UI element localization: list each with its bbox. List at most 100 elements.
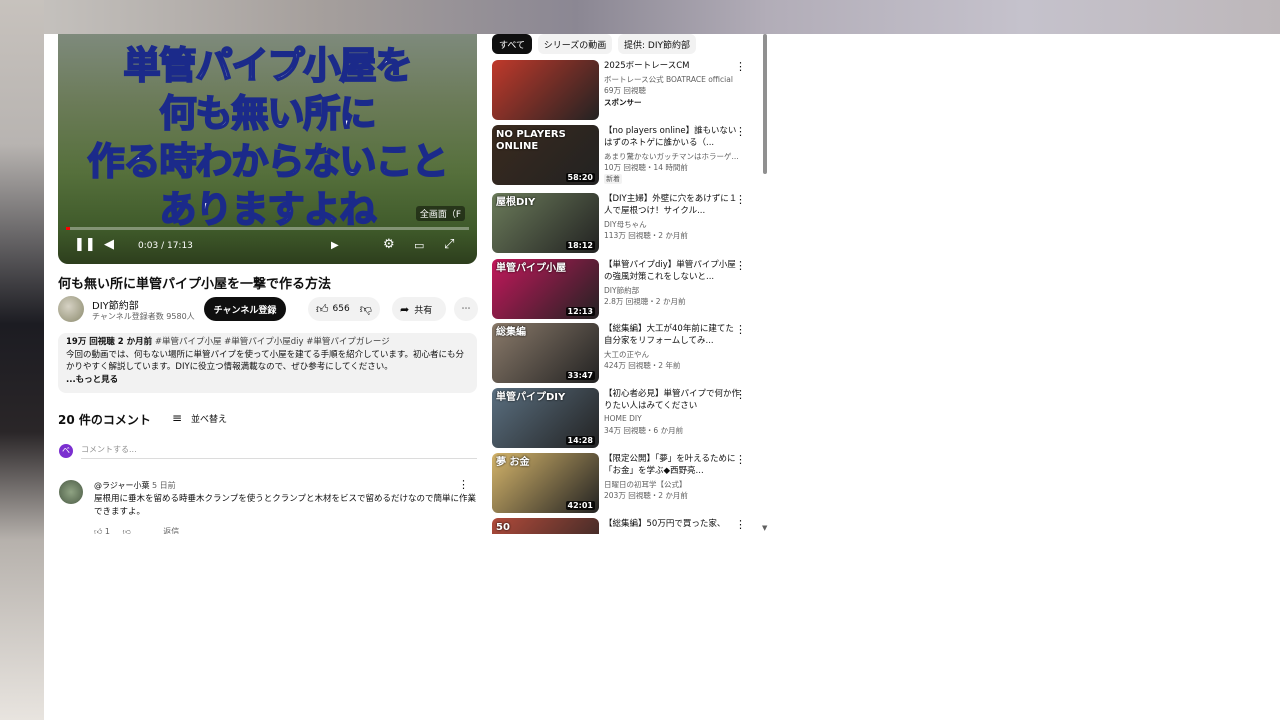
recommendation-title[interactable]: 【no players online】誰もいないはずのネトゲに誰かいる（... <box>604 125 740 149</box>
thumbnail-text: NO PLAYERS ONLINE <box>496 129 566 152</box>
recommendation-title[interactable]: 2025ボートレースCM <box>604 60 740 72</box>
recommendation-meta: 2.8万 回視聴・2 か月前 <box>604 297 686 306</box>
more-vertical-icon[interactable]: ⋮ <box>735 453 746 466</box>
comment-more-icon[interactable]: ⋮ <box>458 478 469 491</box>
more-vertical-icon[interactable]: ⋮ <box>735 193 746 206</box>
time-display: 0:03 / 17:13 <box>138 241 193 251</box>
recommendation-item[interactable]: 単管パイプDIY 14:28 【初心者必見】単管パイプで何か作りたい人はみてください… <box>492 388 760 448</box>
camera-background-top <box>0 0 1280 34</box>
recommendation-title[interactable]: 【総集編】大工が40年前に建てた自分家をリフォームしてみ... <box>604 323 740 347</box>
recommendation-item[interactable]: 2025ボートレースCM ボートレース公式 BOATRACE official 69… <box>492 60 760 120</box>
recommendation-meta: 203万 回視聴・2 か月前 <box>604 491 688 500</box>
show-more-link[interactable]: ...もっと見る <box>66 374 469 387</box>
recommendation-channel[interactable]: ボートレース公式 BOATRACE official <box>604 74 744 85</box>
like-count[interactable]: 656 <box>333 304 350 314</box>
video-thumbnail[interactable]: 総集編 33:47 <box>492 323 599 383</box>
subscribe-button[interactable]: チャンネル登録 <box>204 297 286 321</box>
scrollbar[interactable] <box>763 34 767 174</box>
fullscreen-tooltip: 全画面（F <box>415 206 465 221</box>
thumbnail-text: 総集編 <box>496 327 526 338</box>
comment-author[interactable]: @ラジャー小葉 <box>94 481 149 490</box>
sort-label: 並べ替え <box>190 415 227 425</box>
comment-input[interactable]: コメントする... <box>81 444 477 459</box>
video-thumbnail[interactable]: 単管パイプDIY 14:28 <box>492 388 599 448</box>
recommendation-channel[interactable]: DIY節約部 <box>604 285 744 296</box>
chip-all[interactable]: すべて <box>492 34 532 54</box>
duration-badge: 12:13 <box>565 307 595 316</box>
recommendation-item[interactable]: 夢 お金 42:01 【限定公開】「夢」を叶えるために「お金」を学ぶ◆西野亮... 日… <box>492 453 760 513</box>
channel-name[interactable]: DIY節約部 <box>92 297 139 312</box>
thumbs-up-icon[interactable]: 👍︎ <box>316 302 329 317</box>
fullscreen-icon[interactable]: ⤢ <box>444 237 454 252</box>
hashtags[interactable]: #単管パイプ小屋 #単管パイプ小屋diy #単管パイプガレージ <box>155 337 390 347</box>
recommendation-channel[interactable]: DIY母ちゃん <box>604 219 744 230</box>
recommendation-title[interactable]: 【初心者必見】単管パイプで何か作りたい人はみてください <box>604 388 740 412</box>
duration-badge: 58:20 <box>565 173 595 182</box>
share-label: 共有 <box>414 305 433 316</box>
more-vertical-icon[interactable]: ⋮ <box>735 388 746 401</box>
autoplay-icon[interactable]: ▶ <box>331 240 339 251</box>
comment-author-line: @ラジャー小葉 5 日前 <box>94 480 176 491</box>
recommendation-meta: 69万 回視聴 <box>604 86 646 95</box>
video-thumbnail[interactable]: 屋根DIY 18:12 <box>492 193 599 253</box>
more-vertical-icon[interactable]: ⋮ <box>735 60 746 73</box>
recommendation-item[interactable]: 単管パイプ小屋 12:13 【単管パイプdiy】単管パイプ小屋の強風対策これをしない… <box>492 259 760 319</box>
overlay-line: 何も無い所に <box>159 91 378 136</box>
duration-badge: 18:12 <box>565 241 595 250</box>
video-overlay-text: 単管パイプ小屋を 何も無い所に 作る時わからないこと ありますよね <box>58 42 477 234</box>
recommendation-channel[interactable]: 大工の正やん <box>604 349 744 360</box>
chip-series[interactable]: シリーズの動画 <box>538 34 612 54</box>
progress-bar[interactable] <box>66 227 469 230</box>
thumbs-down-icon[interactable]: 👎︎ <box>360 302 372 317</box>
comments-count: 20 件のコメント <box>58 413 151 427</box>
sort-button[interactable]: ≡ 並べ替え <box>172 411 227 425</box>
duration-badge: 14:28 <box>565 436 595 445</box>
recommendation-channel[interactable]: HOME DIY <box>604 414 744 423</box>
video-thumbnail[interactable]: 夢 お金 42:01 <box>492 453 599 513</box>
recommendation-item[interactable]: 50 【総集編】50万円で買った家、 ⋮ <box>492 518 760 534</box>
recommendation-item[interactable]: 屋根DIY 18:12 【DIY主婦】外壁に穴をあけずに１人で屋根つけ！サイクル..… <box>492 193 760 253</box>
duration-badge: 42:01 <box>565 501 595 510</box>
more-vertical-icon[interactable]: ⋮ <box>735 125 746 138</box>
channel-row: DIY節約部 チャンネル登録者数 9580人 チャンネル登録 👍︎ 656 👎︎… <box>58 296 478 326</box>
recommendation-title[interactable]: 【総集編】50万円で買った家、 <box>604 518 740 530</box>
video-thumbnail[interactable]: 50 <box>492 518 599 534</box>
video-thumbnail[interactable]: NO PLAYERS ONLINE 58:20 <box>492 125 599 185</box>
comment-dislike-icon[interactable]: 👎︎ <box>123 527 131 534</box>
scroll-down-arrow-icon[interactable]: ▼ <box>762 524 767 532</box>
volume-icon[interactable]: ◀ <box>104 237 114 252</box>
description-box[interactable]: 19万 回視聴 2 か月前 #単管パイプ小屋 #単管パイプ小屋diy #単管パイ… <box>58 333 477 393</box>
more-vertical-icon[interactable]: ⋮ <box>735 323 746 336</box>
recommendation-meta: 10万 回視聴・14 時間前 <box>604 163 688 172</box>
thumbnail-text: 単管パイプ小屋 <box>496 263 566 274</box>
thumbnail-text: 単管パイプDIY <box>496 392 566 403</box>
recommendation-item[interactable]: 総集編 33:47 【総集編】大工が40年前に建てた自分家をリフォームしてみ... 大… <box>492 323 760 383</box>
chip-provided[interactable]: 提供: DIY節約部 <box>618 34 696 54</box>
recommendation-item[interactable]: NO PLAYERS ONLINE 58:20 【no players online… <box>492 125 760 185</box>
recommendation-title[interactable]: 【限定公開】「夢」を叶えるために「お金」を学ぶ◆西野亮... <box>604 453 740 477</box>
more-vertical-icon[interactable]: ⋮ <box>735 259 746 272</box>
recommendation-title[interactable]: 【単管パイプdiy】単管パイプ小屋の強風対策これをしないと... <box>604 259 740 283</box>
share-button[interactable]: ➦ 共有 <box>392 297 446 321</box>
video-thumbnail[interactable] <box>492 60 599 120</box>
video-player[interactable]: 単管パイプ小屋を 何も無い所に 作る時わからないこと ありますよね 全画面（F … <box>58 34 477 264</box>
sort-icon: ≡ <box>172 411 183 425</box>
settings-gear-icon[interactable]: ⚙ <box>383 237 395 252</box>
more-vertical-icon[interactable]: ⋮ <box>735 518 746 531</box>
reply-button[interactable]: 返信 <box>163 527 179 534</box>
theater-mode-icon[interactable]: ▭ <box>414 239 424 252</box>
video-thumbnail[interactable]: 単管パイプ小屋 12:13 <box>492 259 599 319</box>
camera-background-left <box>0 0 44 720</box>
view-meta: 19万 回視聴 2 か月前 <box>66 337 153 347</box>
recommendation-badge: 新着 <box>604 174 622 184</box>
channel-avatar[interactable] <box>58 296 84 322</box>
pause-icon[interactable]: ❚❚ <box>74 237 96 252</box>
overlay-line: 単管パイプ小屋を <box>123 43 414 88</box>
recommendation-title[interactable]: 【DIY主婦】外壁に穴をあけずに１人で屋根つけ！サイクル... <box>604 193 740 217</box>
more-actions-button[interactable]: ⋯ <box>454 297 478 321</box>
comment-like-icon[interactable]: 👍︎ <box>94 527 102 534</box>
recommendation-channel[interactable]: あまり驚かないガッチマンはホラーゲ... <box>604 151 744 162</box>
thumbnail-text: 屋根DIY <box>496 197 536 208</box>
commenter-avatar[interactable] <box>59 480 83 504</box>
recommendation-channel[interactable]: 日曜日の初耳学【公式】 <box>604 479 744 490</box>
